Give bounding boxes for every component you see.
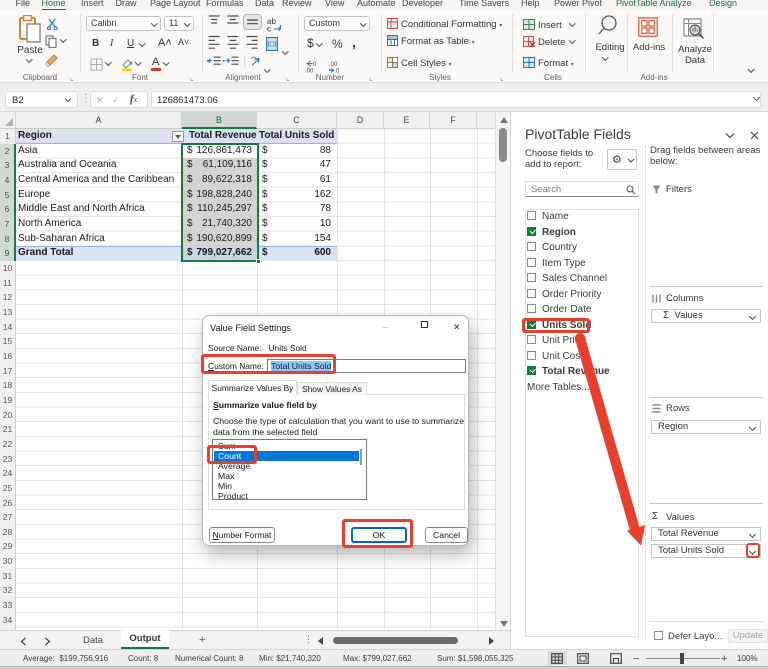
svg-text:0: 0 [313,62,317,68]
svg-text:.00: .00 [329,62,338,68]
svg-text:c: c [267,25,271,33]
